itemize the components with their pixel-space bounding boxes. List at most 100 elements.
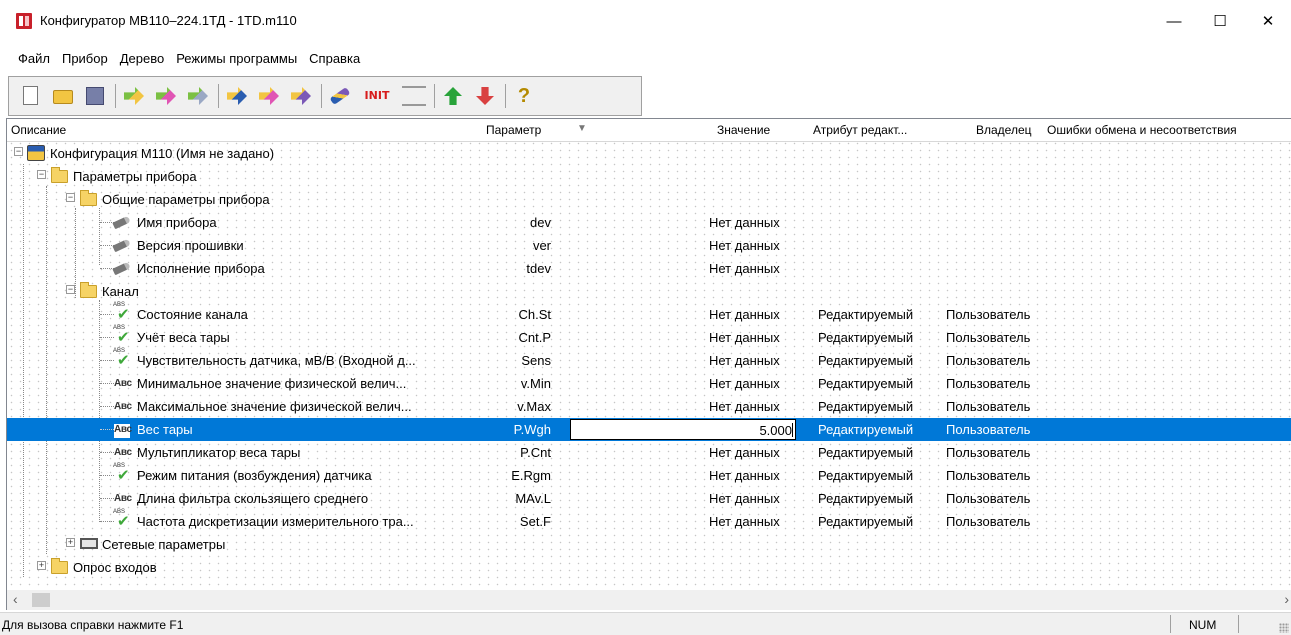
new-file-button[interactable] (19, 84, 43, 108)
tree-row-sensor-sensitivity[interactable]: ABS ✔ Чувствительность датчика, мВ/В (Вхо… (7, 348, 1291, 372)
column-parameter[interactable]: Параметр (486, 123, 541, 137)
collapse-icon[interactable]: − (66, 285, 75, 294)
collapse-icon[interactable]: − (37, 170, 46, 179)
tree-row-channel[interactable]: − Канал (7, 280, 1291, 303)
value-edit-field[interactable]: 5.000 (570, 419, 796, 440)
column-attribute[interactable]: Атрибут редакт... (813, 123, 907, 137)
tree-row-network-params[interactable]: + Сетевые параметры (7, 533, 1291, 556)
param-owner: Пользователь (946, 514, 1031, 529)
tree-row-min-value[interactable]: Авс Минимальное значение физической вели… (7, 372, 1291, 395)
param-name: v.Min (520, 376, 551, 391)
column-errors[interactable]: Ошибки обмена и несоответствия (1047, 123, 1237, 137)
tree-label: Состояние канала (137, 307, 248, 322)
param-value[interactable]: Нет данных (709, 399, 780, 414)
open-file-button[interactable] (51, 84, 75, 108)
param-value[interactable]: Нет данных (709, 445, 780, 460)
param-name: P.Wgh (513, 422, 551, 437)
abc-icon: Авс (114, 447, 132, 458)
tree-row-device-name[interactable]: Имя прибора dev Нет данных (7, 211, 1291, 234)
download-button[interactable] (473, 84, 497, 108)
column-value[interactable]: Значение (717, 123, 770, 137)
tree-row-root[interactable]: − Конфигурация М110 (Имя не задано) (7, 142, 1291, 165)
column-owner[interactable]: Владелец (976, 123, 1032, 137)
app-icon[interactable] (16, 13, 32, 29)
param-value[interactable]: Нет данных (709, 514, 780, 529)
tree-row-inputs-poll[interactable]: + Опрос входов (7, 556, 1291, 579)
param-owner: Пользователь (946, 399, 1031, 414)
tree-row-max-value[interactable]: Авс Максимальное значение физической вел… (7, 395, 1291, 418)
collapse-icon[interactable]: − (66, 193, 75, 202)
resize-grip[interactable] (1279, 623, 1289, 633)
param-value[interactable]: Нет данных (709, 353, 780, 368)
tree-row-tare-multiplier[interactable]: Авс Мультипликатор веса тары P.Cnt Нет д… (7, 441, 1291, 464)
param-value[interactable]: Нет данных (709, 376, 780, 391)
help-button[interactable]: ? (512, 84, 536, 108)
param-owner: Пользователь (946, 330, 1031, 345)
tree-row-channel-state[interactable]: ABS ✔ Состояние канала Ch.St Нет данных Р… (7, 302, 1291, 326)
tree-line (100, 475, 114, 476)
pencil-icon (112, 261, 131, 276)
read-selected-button[interactable] (154, 84, 178, 108)
scroll-left-icon[interactable]: ‹ (13, 591, 18, 607)
tree-line (100, 521, 114, 522)
menu-device[interactable]: Прибор (62, 51, 108, 66)
horizontal-scrollbar[interactable]: ‹ › (6, 590, 1291, 610)
write-changed-button[interactable] (289, 84, 313, 108)
write-all-button[interactable] (225, 84, 249, 108)
param-name: tdev (526, 261, 551, 276)
column-description[interactable]: Описание (11, 123, 66, 137)
init-button[interactable]: INIT (360, 84, 394, 108)
grid-button[interactable] (402, 84, 426, 108)
param-owner: Пользователь (946, 491, 1031, 506)
tree-row-device-params[interactable]: − Параметры прибора (7, 165, 1291, 188)
tree-row-tare-accounting[interactable]: ABS ✔ Учёт веса тары Cnt.P Нет данных Ред… (7, 325, 1291, 349)
param-value[interactable]: Нет данных (709, 261, 780, 276)
collapse-icon[interactable]: − (14, 147, 23, 156)
tree-row-filter-length[interactable]: Авс Длина фильтра скользящего среднего M… (7, 487, 1291, 510)
param-owner: Пользователь (946, 445, 1031, 460)
tree-label: Максимальное значение физической велич..… (137, 399, 412, 414)
tree-label: Частота дискретизации измерительного тра… (137, 514, 414, 529)
folder-icon (80, 282, 97, 298)
tree-row-device-version[interactable]: Исполнение прибора tdev Нет данных (7, 257, 1291, 280)
check-icon: ABS ✔ (113, 325, 130, 346)
menu-tree[interactable]: Дерево (120, 51, 164, 66)
param-value[interactable]: Нет данных (709, 491, 780, 506)
upload-button[interactable] (441, 84, 465, 108)
param-value[interactable]: Нет данных (709, 215, 780, 230)
maximize-button[interactable]: ☐ (1197, 0, 1243, 42)
config-tree[interactable]: Описание Параметр ▼ Значение Атрибут ред… (6, 118, 1291, 591)
grid-icon (402, 86, 426, 106)
folder-icon (80, 190, 97, 206)
param-owner: Пользователь (946, 353, 1031, 368)
read-all-button[interactable] (122, 84, 146, 108)
minimize-button[interactable]: — (1151, 0, 1197, 42)
write-selected-button[interactable] (257, 84, 281, 108)
clear-button[interactable] (328, 84, 352, 108)
save-file-button[interactable] (83, 84, 107, 108)
param-attribute: Редактируемый (818, 399, 914, 414)
tree-row-tare-weight[interactable]: Авс Вес тары P.Wgh 5.000 Редактируемый П… (7, 418, 1291, 441)
param-value[interactable]: Нет данных (709, 330, 780, 345)
expand-icon[interactable]: + (37, 561, 46, 570)
param-value[interactable]: Нет данных (709, 307, 780, 322)
menu-file[interactable]: Файл (18, 51, 50, 66)
close-button[interactable]: ✕ (1245, 0, 1291, 42)
scroll-right-icon[interactable]: › (1284, 591, 1289, 607)
tree-row-power-mode[interactable]: ABS ✔ Режим питания (возбуждения) датчика… (7, 463, 1291, 487)
expand-icon[interactable]: + (66, 538, 75, 547)
tree-label: Имя прибора (137, 215, 217, 230)
menu-help[interactable]: Справка (309, 51, 360, 66)
param-name: dev (530, 215, 551, 230)
read-changed-button[interactable] (186, 84, 210, 108)
param-value[interactable]: Нет данных (709, 238, 780, 253)
tree-row-firmware-version[interactable]: Версия прошивки ver Нет данных (7, 234, 1291, 257)
tree-row-general-params[interactable]: − Общие параметры прибора (7, 188, 1291, 211)
tree-row-sampling-rate[interactable]: ABS ✔ Частота дискретизации измерительног… (7, 509, 1291, 533)
param-value[interactable]: Нет данных (709, 468, 780, 483)
menu-program-modes[interactable]: Режимы программы (176, 51, 297, 66)
tree-label: Опрос входов (73, 560, 157, 575)
scroll-thumb[interactable] (32, 593, 50, 607)
pencil-icon (112, 238, 131, 253)
new-file-icon (23, 86, 38, 105)
